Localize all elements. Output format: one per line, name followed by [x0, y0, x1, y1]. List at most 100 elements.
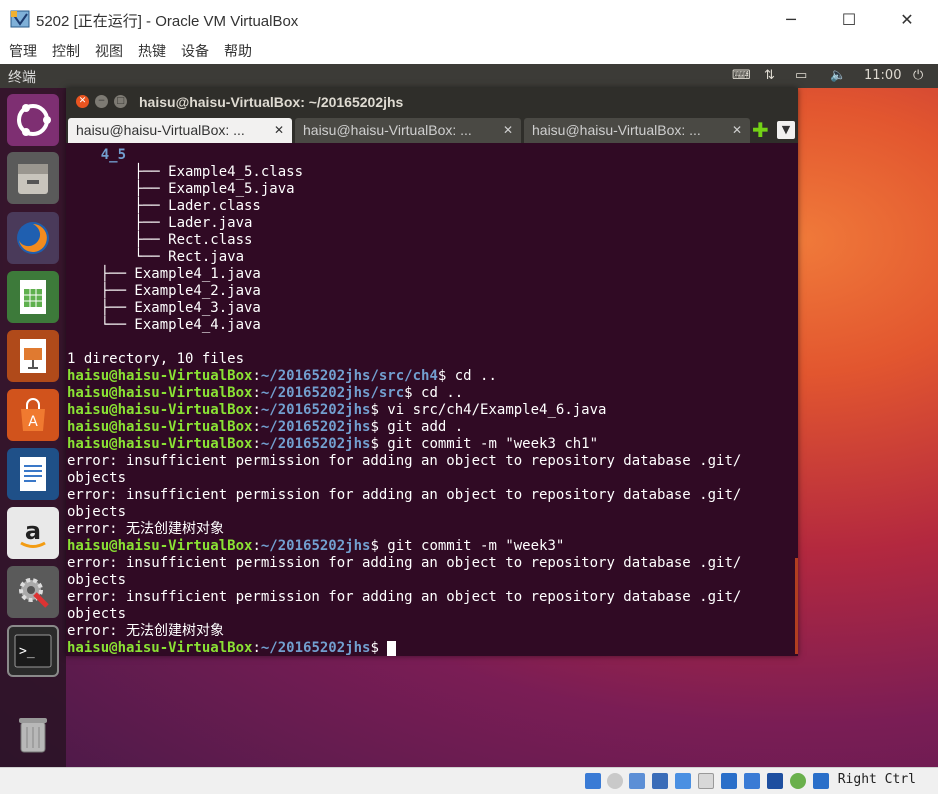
guest-additions-icon[interactable]: [790, 773, 806, 789]
tab-label: haisu@haisu-VirtualBox: ...: [303, 122, 472, 138]
terminal-text: objects: [67, 572, 127, 588]
network-adapter-icon[interactable]: [652, 773, 668, 789]
terminal-text: ├── Example4_3.java: [67, 300, 261, 316]
ubuntu-logo-icon: [17, 104, 51, 136]
host-title-bar: 5202 [正在运行] - Oracle VM VirtualBox ─ ☐ ✕: [0, 0, 938, 38]
menu-manage[interactable]: 管理: [9, 41, 37, 61]
launcher-terminal[interactable]: >_: [7, 625, 59, 677]
terminal-line: haisu@haisu-VirtualBox:~/20165202jhs$ gi…: [66, 436, 796, 453]
terminal-maximize-button[interactable]: □: [114, 95, 127, 108]
terminal-line: error: 无法创建树对象: [66, 521, 796, 538]
menu-help[interactable]: 帮助: [224, 41, 252, 61]
display-icon[interactable]: [721, 773, 737, 789]
new-tab-icon[interactable]: ✚: [752, 118, 769, 142]
ubuntu-launcher: A a >_: [0, 88, 66, 767]
volume-icon[interactable]: 🔈: [830, 68, 846, 83]
launcher-trash[interactable]: [7, 708, 59, 760]
terminal-title-bar[interactable]: ✕ − □ haisu@haisu-VirtualBox: ~/20165202…: [66, 88, 798, 116]
tab-close-icon[interactable]: ✕: [732, 118, 742, 143]
tab-close-icon[interactable]: ✕: [274, 118, 284, 143]
hard-disk-icon[interactable]: [585, 773, 601, 789]
menu-hotkey[interactable]: 热键: [138, 41, 166, 61]
terminal-text: :: [252, 419, 261, 435]
battery-icon[interactable]: ▭: [795, 68, 807, 83]
ubuntu-top-panel: 终端 ⌨ ⇅ ▭ 🔈 11:00 ⏻: [0, 64, 938, 88]
maximize-button[interactable]: ☐: [820, 0, 878, 38]
host-window-title: 5202 [正在运行] - Oracle VM VirtualBox: [36, 13, 299, 30]
launcher-writer[interactable]: [7, 448, 59, 500]
active-app-name: 终端: [8, 70, 36, 86]
terminal-title: haisu@haisu-VirtualBox: ~/20165202jhs: [139, 94, 404, 110]
audio-icon[interactable]: [629, 773, 645, 789]
prompt-user: haisu@haisu-VirtualBox: [67, 419, 253, 435]
recording-icon[interactable]: [744, 773, 760, 789]
close-button[interactable]: ✕: [878, 0, 936, 38]
terminal-text: objects: [67, 606, 127, 622]
terminal-close-button[interactable]: ✕: [76, 95, 89, 108]
terminal-text: error: insufficient permission for addin…: [67, 555, 742, 571]
cpu-icon[interactable]: [767, 773, 783, 789]
network-icon[interactable]: ⇅: [764, 68, 775, 83]
terminal-text: 1 directory, 10 files: [67, 351, 245, 367]
terminal-text: objects: [67, 470, 127, 486]
terminal-line: haisu@haisu-VirtualBox:~/20165202jhs$ gi…: [66, 419, 796, 436]
clock[interactable]: 11:00: [864, 68, 901, 83]
terminal-line: 1 directory, 10 files: [66, 351, 796, 368]
prompt-user: haisu@haisu-VirtualBox: [67, 368, 253, 384]
terminal-text: $ cd ..: [404, 385, 464, 401]
terminal-line: haisu@haisu-VirtualBox:~/20165202jhs$ gi…: [66, 538, 796, 555]
mouse-integration-icon[interactable]: [813, 773, 829, 789]
prompt-path: ~/20165202jhs/src: [260, 385, 405, 401]
terminal-line: ├── Example4_2.java: [66, 283, 796, 300]
launcher-amazon[interactable]: a: [7, 507, 59, 559]
svg-text:a: a: [25, 517, 41, 545]
keyboard-icon[interactable]: ⌨: [732, 68, 751, 83]
firefox-icon: [17, 222, 49, 254]
terminal-tab[interactable]: haisu@haisu-VirtualBox: ... ✕: [68, 118, 292, 143]
terminal-text: ├── Lader.class: [67, 198, 261, 214]
terminal-line: └── Example4_4.java: [66, 317, 796, 334]
terminal-minimize-button[interactable]: −: [95, 95, 108, 108]
text-cursor: [387, 640, 397, 656]
terminal-line: haisu@haisu-VirtualBox:~/20165202jhs/src…: [66, 368, 796, 385]
menu-devices[interactable]: 设备: [181, 41, 209, 61]
terminal-output[interactable]: 4_5 ├── Example4_5.class ├── Example4_5.…: [66, 143, 796, 660]
terminal-tab-bar: haisu@haisu-VirtualBox: ... ✕ haisu@hais…: [66, 116, 798, 143]
terminal-text: error: 无法创建树对象: [67, 623, 225, 639]
tab-close-icon[interactable]: ✕: [503, 118, 513, 143]
terminal-line: error: insufficient permission for addin…: [66, 589, 796, 606]
guest-desktop[interactable]: 终端 ⌨ ⇅ ▭ 🔈 11:00 ⏻ A a >_ ✕ − □ haisu@ha…: [0, 64, 938, 767]
terminal-text: error: insufficient permission for addin…: [67, 453, 742, 469]
terminal-line: ├── Lader.class: [66, 198, 796, 215]
host-status-bar: Right Ctrl: [0, 767, 938, 794]
terminal-line: objects: [66, 504, 796, 521]
launcher-calc[interactable]: [7, 271, 59, 323]
shared-folders-icon[interactable]: [698, 773, 714, 789]
launcher-firefox[interactable]: [7, 212, 59, 264]
optical-drive-icon[interactable]: [607, 773, 623, 789]
terminal-window[interactable]: ✕ − □ haisu@haisu-VirtualBox: ~/20165202…: [66, 88, 798, 656]
launcher-ubuntu-dash[interactable]: [7, 94, 59, 146]
launcher-impress[interactable]: [7, 330, 59, 382]
terminal-text: objects: [67, 504, 127, 520]
terminal-tab[interactable]: haisu@haisu-VirtualBox: ... ✕: [524, 118, 750, 143]
launcher-software[interactable]: A: [7, 389, 59, 441]
terminal-scrollbar[interactable]: [795, 558, 798, 654]
launcher-files[interactable]: [7, 152, 59, 204]
minimize-icon: ─: [786, 9, 796, 29]
launcher-settings[interactable]: [7, 566, 59, 618]
menu-view[interactable]: 视图: [95, 41, 123, 61]
usb-icon[interactable]: [675, 773, 691, 789]
terminal-text: :: [252, 385, 261, 401]
tab-menu-chevron-down-icon[interactable]: ▼: [777, 121, 795, 139]
directory-name: 4_5: [100, 147, 127, 163]
terminal-tab[interactable]: haisu@haisu-VirtualBox: ... ✕: [295, 118, 521, 143]
power-icon[interactable]: ⏻: [913, 68, 923, 83]
minimize-icon: −: [97, 96, 106, 106]
prompt-path: ~/20165202jhs/src/ch4: [260, 368, 438, 384]
terminal-text: ├── Example4_1.java: [67, 266, 261, 282]
terminal-text: $: [370, 640, 388, 656]
menu-control[interactable]: 控制: [52, 41, 80, 61]
minimize-button[interactable]: ─: [762, 0, 820, 38]
terminal-line: haisu@haisu-VirtualBox:~/20165202jhs$: [66, 640, 796, 657]
